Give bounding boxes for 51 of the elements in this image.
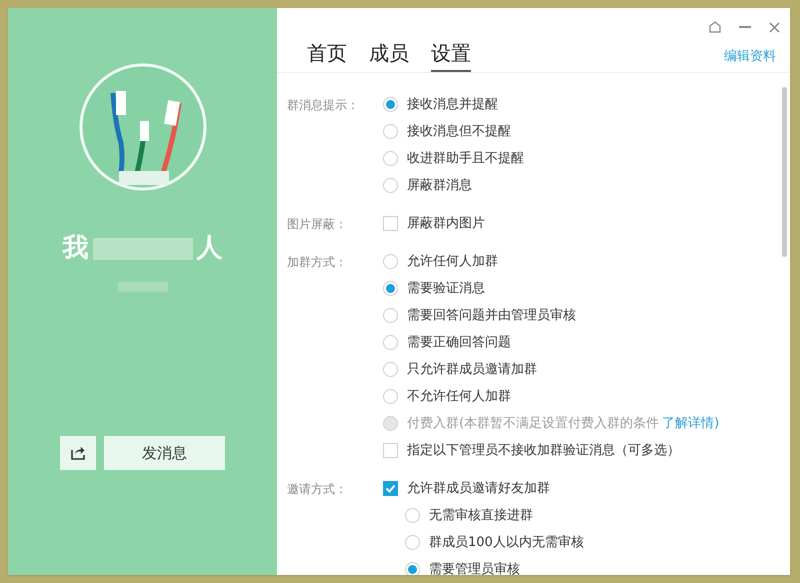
- group-name-start: 我: [62, 232, 88, 265]
- tab[interactable]: 设置: [431, 39, 471, 72]
- send-message-button[interactable]: 发消息: [104, 436, 225, 470]
- option-label: 指定以下管理员不接收加群验证消息（可多选）: [407, 442, 680, 460]
- option-label: 接收消息但不提醒: [407, 122, 511, 141]
- tab[interactable]: 首页: [307, 39, 347, 72]
- scrollbar[interactable]: [782, 87, 787, 257]
- radio-button[interactable]: [383, 308, 398, 323]
- option-label: 付费入群(本群暂不满足设置付费入群的条件: [407, 414, 660, 433]
- option-label: 群成员100人以内无需审核: [429, 534, 584, 552]
- option-label: 需要管理员审核: [429, 560, 520, 575]
- radio-button[interactable]: [383, 124, 398, 139]
- radio-button[interactable]: [405, 535, 420, 550]
- radio-button[interactable]: [383, 335, 398, 350]
- setting-label: 加群方式：: [287, 254, 348, 270]
- setting-label: 邀请方式：: [287, 480, 348, 498]
- share-icon: [70, 445, 86, 461]
- checkbox[interactable]: [383, 216, 398, 231]
- radio-button[interactable]: [405, 508, 420, 523]
- radio-button[interactable]: [383, 178, 398, 193]
- radio-button[interactable]: [383, 389, 398, 404]
- option-label: 需要验证消息: [407, 280, 485, 298]
- radio-button[interactable]: [383, 254, 398, 269]
- option-label: 收进群助手且不提醒: [407, 150, 524, 168]
- option-label: 允许任何人加群: [407, 252, 498, 271]
- radio-button[interactable]: [383, 151, 398, 166]
- setting-label: 群消息提示：: [287, 96, 360, 114]
- option-label: 允许群成员邀请好友加群: [407, 480, 550, 498]
- option-label: 只允许群成员邀请加群: [407, 360, 537, 379]
- radio-button[interactable]: [383, 281, 398, 296]
- option-label: 需要回答问题并由管理员审核: [407, 306, 576, 325]
- close-icon[interactable]: [769, 22, 780, 32]
- radio-button[interactable]: [383, 362, 398, 377]
- minimize-icon[interactable]: [739, 26, 751, 28]
- share-button[interactable]: [60, 436, 96, 470]
- option-label: 无需审核直接进群: [429, 506, 533, 525]
- option-label: 需要正确回答问题: [407, 334, 511, 352]
- skin-icon[interactable]: [709, 21, 721, 33]
- option-label: 屏蔽群消息: [407, 176, 472, 195]
- group-name-end: 人: [196, 232, 222, 265]
- option-label: 接收消息并提醒: [407, 96, 498, 114]
- radio-button[interactable]: [383, 97, 398, 112]
- option-label: 屏蔽群内图片: [407, 214, 485, 233]
- tab[interactable]: 成员: [369, 39, 409, 72]
- toothbrush-avatar-icon: [78, 63, 206, 191]
- option-label: 不允许任何人加群: [407, 388, 511, 406]
- radio-button[interactable]: [405, 562, 420, 575]
- blurred-subtitle: [118, 282, 168, 292]
- setting-label: 图片屏蔽：: [287, 216, 348, 232]
- checkbox[interactable]: [383, 481, 398, 496]
- checkbox[interactable]: [383, 443, 398, 458]
